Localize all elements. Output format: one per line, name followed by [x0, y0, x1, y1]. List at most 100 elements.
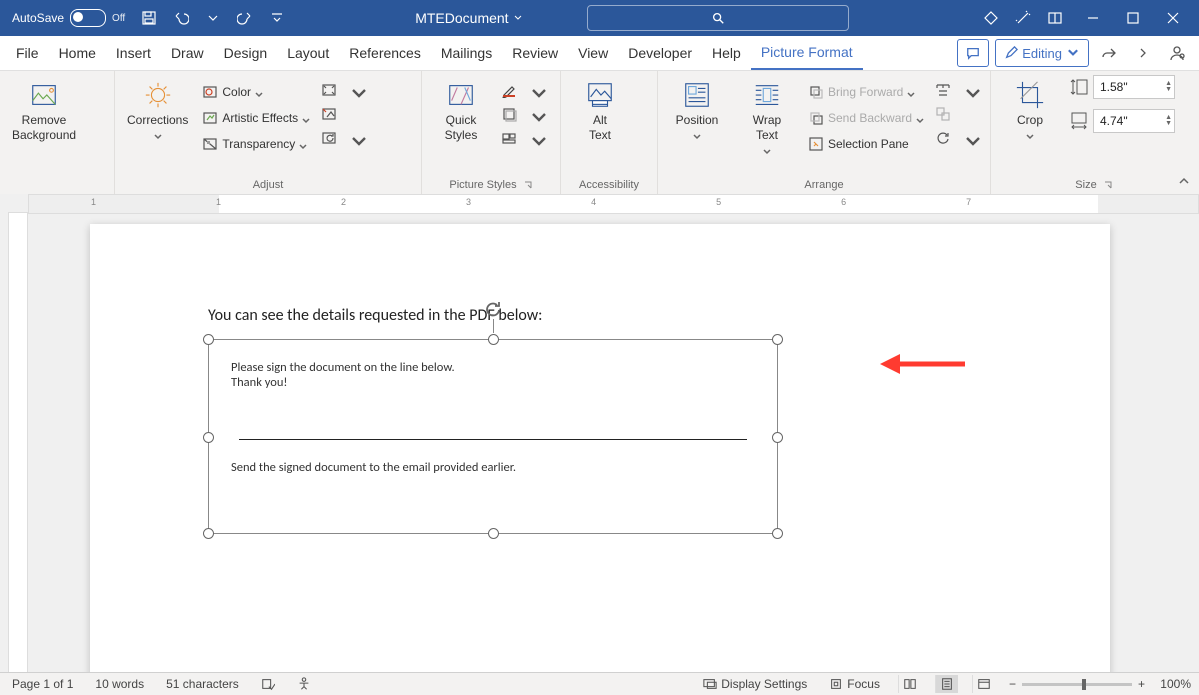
title-bar: AutoSave Off MTEDocument — [0, 0, 1199, 36]
group-label-access: Accessibility — [579, 179, 639, 191]
editing-mode-button[interactable]: Editing — [995, 39, 1089, 67]
group-label-adjust: Adjust — [253, 179, 284, 191]
dialog-launcher-icon[interactable] — [523, 180, 533, 190]
ribbon: Remove Background Corrections Color Arti… — [0, 71, 1199, 196]
change-picture-icon[interactable] — [320, 105, 338, 123]
web-layout-icon[interactable] — [972, 675, 995, 693]
bring-forward-button: Bring Forward — [806, 81, 926, 103]
resize-handle[interactable] — [203, 334, 214, 345]
zoom-out-icon[interactable]: − — [1009, 677, 1016, 691]
ribbon-tabs: File Home Insert Draw Design Layout Refe… — [0, 36, 1199, 71]
save-icon[interactable] — [135, 4, 163, 32]
signature-line — [239, 438, 747, 440]
width-icon — [1069, 111, 1089, 131]
page[interactable]: You can see the details requested in the… — [90, 224, 1110, 673]
tab-review[interactable]: Review — [502, 36, 568, 70]
height-input[interactable]: 1.58"▲▼ — [1093, 75, 1175, 99]
qat-more-icon[interactable] — [263, 4, 291, 32]
corrections-button[interactable]: Corrections — [123, 75, 192, 142]
crop-button[interactable]: Crop — [999, 75, 1061, 142]
tab-picture-format[interactable]: Picture Format — [751, 36, 863, 70]
selection-pane-button[interactable]: Selection Pane — [806, 133, 926, 155]
share-icon[interactable] — [1095, 40, 1123, 66]
resize-handle[interactable] — [203, 528, 214, 539]
alt-text-button[interactable]: Alt Text — [569, 75, 631, 147]
print-layout-icon[interactable] — [935, 675, 958, 693]
tab-draw[interactable]: Draw — [161, 36, 214, 70]
vertical-ruler[interactable] — [0, 194, 28, 673]
rotate-icon[interactable] — [934, 129, 952, 147]
tab-mailings[interactable]: Mailings — [431, 36, 502, 70]
tab-insert[interactable]: Insert — [106, 36, 161, 70]
tab-file[interactable]: File — [6, 36, 49, 70]
autosave-switch-off[interactable] — [70, 9, 106, 27]
undo-more-icon[interactable] — [199, 4, 227, 32]
picture-layout-icon[interactable] — [500, 129, 518, 147]
close-icon[interactable] — [1153, 4, 1193, 32]
resize-handle[interactable] — [772, 528, 783, 539]
zoom-slider[interactable] — [1022, 683, 1132, 686]
annotation-arrow-icon — [880, 352, 965, 379]
autosave-label: AutoSave — [12, 11, 64, 25]
quick-styles-button[interactable]: Quick Styles — [430, 75, 492, 147]
tab-references[interactable]: References — [339, 36, 431, 70]
remove-background-button[interactable]: Remove Background — [8, 75, 80, 147]
display-settings-button[interactable]: Display Settings — [699, 677, 811, 691]
read-mode-icon[interactable] — [898, 675, 921, 693]
picture-effects-icon[interactable] — [500, 105, 518, 123]
align-icon[interactable] — [934, 81, 952, 99]
tab-developer[interactable]: Developer — [618, 36, 702, 70]
page-indicator[interactable]: Page 1 of 1 — [8, 677, 77, 691]
diamond-icon[interactable] — [977, 4, 1005, 32]
reset-picture-icon[interactable] — [320, 129, 338, 147]
dialog-launcher-icon[interactable] — [1103, 180, 1113, 190]
comments-button[interactable] — [957, 39, 989, 67]
selected-picture[interactable]: Please sign the document on the line bel… — [208, 339, 778, 534]
tab-view[interactable]: View — [568, 36, 618, 70]
tab-help[interactable]: Help — [702, 36, 751, 70]
autosave-toggle[interactable]: AutoSave Off — [6, 9, 131, 27]
zoom-controls[interactable]: − + 100% — [1009, 677, 1191, 691]
resize-handle[interactable] — [203, 432, 214, 443]
accessibility-status-icon[interactable] — [293, 677, 315, 691]
compress-pictures-icon[interactable] — [320, 81, 338, 99]
focus-button[interactable]: Focus — [825, 677, 884, 691]
zoom-in-icon[interactable]: + — [1138, 677, 1145, 691]
resize-handle[interactable] — [488, 334, 499, 345]
document-title[interactable]: MTEDocument — [415, 10, 522, 26]
word-count[interactable]: 10 words — [91, 677, 148, 691]
group-objects-icon[interactable] — [934, 105, 952, 123]
height-icon — [1069, 77, 1089, 97]
spellcheck-icon[interactable] — [257, 677, 279, 691]
collapse-ribbon-icon[interactable] — [1177, 174, 1191, 191]
horizontal-ruler[interactable]: 1 1 2 3 4 5 6 7 — [28, 194, 1199, 214]
wand-icon[interactable] — [1009, 4, 1037, 32]
wrap-text-button[interactable]: Wrap Text — [736, 75, 798, 157]
tab-home[interactable]: Home — [49, 36, 106, 70]
overflow-icon[interactable] — [1129, 40, 1157, 66]
redo-icon[interactable] — [231, 4, 259, 32]
autosave-state: Off — [112, 13, 125, 24]
zoom-level[interactable]: 100% — [1151, 677, 1191, 691]
account-icon[interactable] — [1163, 40, 1191, 66]
tab-layout[interactable]: Layout — [277, 36, 339, 70]
resize-handle[interactable] — [772, 432, 783, 443]
transparency-button[interactable]: Transparency — [200, 133, 312, 155]
artistic-effects-button[interactable]: Artistic Effects — [200, 107, 312, 129]
resize-handle[interactable] — [772, 334, 783, 345]
width-input[interactable]: 4.74"▲▼ — [1093, 109, 1175, 133]
minimize-icon[interactable] — [1073, 4, 1113, 32]
window-layout-icon[interactable] — [1041, 4, 1069, 32]
char-count[interactable]: 51 characters — [162, 677, 243, 691]
tab-design[interactable]: Design — [214, 36, 278, 70]
search-box[interactable] — [587, 5, 849, 31]
position-button[interactable]: Position — [666, 75, 728, 142]
maximize-icon[interactable] — [1113, 4, 1153, 32]
picture-border-icon[interactable] — [500, 81, 518, 99]
pdf-content: Please sign the document on the line bel… — [209, 340, 777, 533]
rotate-handle-icon[interactable] — [483, 299, 503, 319]
color-button[interactable]: Color — [200, 81, 312, 103]
resize-handle[interactable] — [488, 528, 499, 539]
group-label-size: Size — [1075, 179, 1096, 191]
undo-icon[interactable] — [167, 4, 195, 32]
